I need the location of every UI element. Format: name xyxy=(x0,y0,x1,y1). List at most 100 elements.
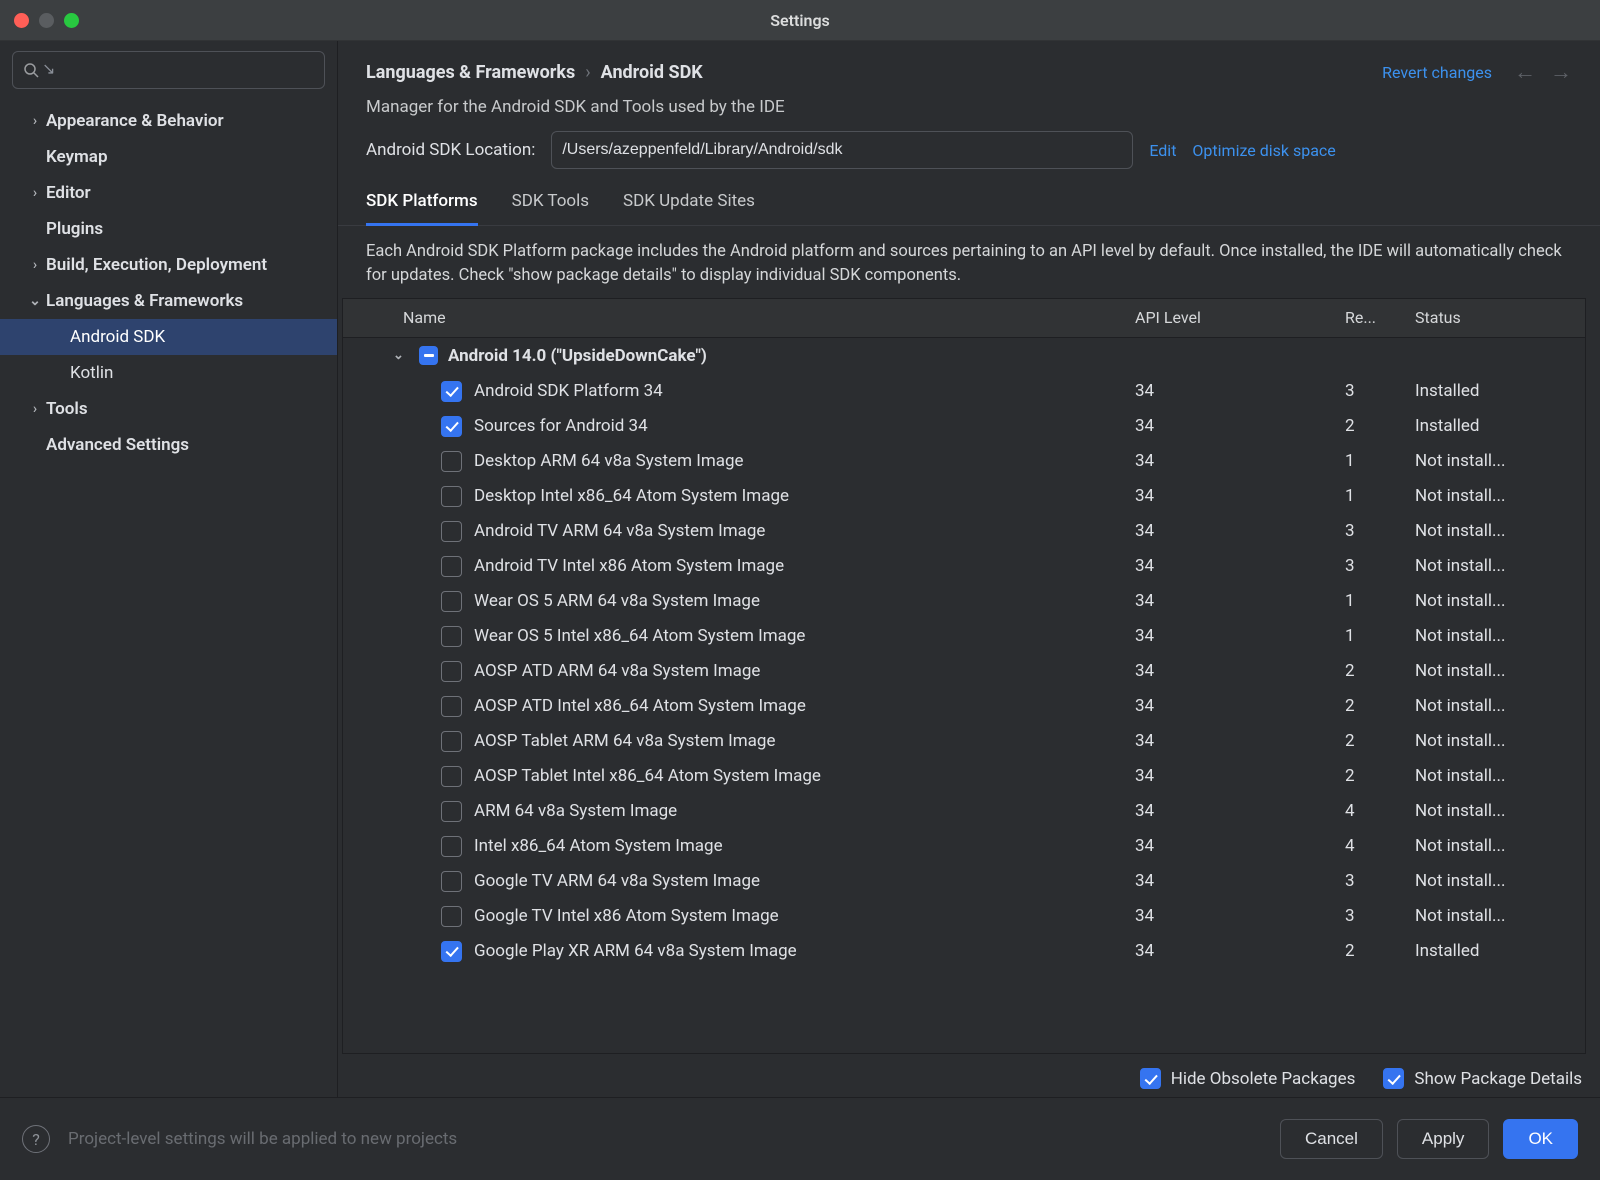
package-status: Not install... xyxy=(1415,906,1585,926)
package-checkbox[interactable] xyxy=(441,556,462,577)
package-row[interactable]: Google TV ARM 64 v8a System Image343Not … xyxy=(343,864,1585,899)
package-revision: 1 xyxy=(1345,486,1415,506)
package-row[interactable]: Google TV Intel x86 Atom System Image343… xyxy=(343,899,1585,934)
package-name: Google TV ARM 64 v8a System Image xyxy=(474,871,760,891)
package-api-level: 34 xyxy=(1135,766,1345,786)
package-row[interactable]: Android TV ARM 64 v8a System Image343Not… xyxy=(343,514,1585,549)
package-status: Not install... xyxy=(1415,871,1585,891)
sidebar-item-label: Keymap xyxy=(46,147,108,167)
package-status: Not install... xyxy=(1415,486,1585,506)
package-name: Android SDK Platform 34 xyxy=(474,381,663,401)
package-group-row[interactable]: ⌄Android 14.0 ("UpsideDownCake") xyxy=(343,338,1585,374)
sidebar-item-build-execution-deployment[interactable]: ›Build, Execution, Deployment xyxy=(0,247,337,283)
package-row[interactable]: Wear OS 5 Intel x86_64 Atom System Image… xyxy=(343,619,1585,654)
table-header: Name API Level Re... Status xyxy=(342,298,1586,337)
package-row[interactable]: AOSP ATD ARM 64 v8a System Image342Not i… xyxy=(343,654,1585,689)
sidebar-item-editor[interactable]: ›Editor xyxy=(0,175,337,211)
packages-table: Name API Level Re... Status ⌄Android 14.… xyxy=(338,298,1600,1054)
sidebar-item-advanced-settings[interactable]: ›Advanced Settings xyxy=(0,427,337,463)
package-checkbox[interactable] xyxy=(441,486,462,507)
package-checkbox[interactable] xyxy=(441,731,462,752)
package-row[interactable]: ARM 64 v8a System Image344Not install... xyxy=(343,794,1585,829)
settings-search[interactable]: ↘ xyxy=(12,51,325,89)
package-row[interactable]: Desktop Intel x86_64 Atom System Image34… xyxy=(343,479,1585,514)
sidebar-item-keymap[interactable]: ›Keymap xyxy=(0,139,337,175)
cancel-button[interactable]: Cancel xyxy=(1280,1119,1383,1159)
tab-sdk-tools[interactable]: SDK Tools xyxy=(512,191,589,226)
revert-changes-link[interactable]: Revert changes xyxy=(1382,63,1492,82)
sdk-location-label: Android SDK Location: xyxy=(366,140,535,160)
ok-button[interactable]: OK xyxy=(1503,1119,1578,1159)
package-checkbox[interactable] xyxy=(441,696,462,717)
package-checkbox[interactable] xyxy=(441,871,462,892)
window-controls xyxy=(14,13,79,28)
package-status: Installed xyxy=(1415,381,1585,401)
table-body[interactable]: ⌄Android 14.0 ("UpsideDownCake")Android … xyxy=(342,337,1586,1054)
package-row[interactable]: Android TV Intel x86 Atom System Image34… xyxy=(343,549,1585,584)
package-row[interactable]: AOSP ATD Intel x86_64 Atom System Image3… xyxy=(343,689,1585,724)
search-input[interactable] xyxy=(61,61,314,80)
show-package-details-checkbox[interactable]: Show Package Details xyxy=(1383,1068,1582,1089)
minimize-window-icon[interactable] xyxy=(39,13,54,28)
sidebar-item-languages-frameworks[interactable]: ⌄Languages & Frameworks xyxy=(0,283,337,319)
optimize-disk-link[interactable]: Optimize disk space xyxy=(1192,141,1335,160)
chevron-down-icon: ⌄ xyxy=(393,348,409,363)
package-checkbox[interactable] xyxy=(441,836,462,857)
hide-obsolete-checkbox[interactable]: Hide Obsolete Packages xyxy=(1140,1068,1356,1089)
tab-sdk-update-sites[interactable]: SDK Update Sites xyxy=(623,191,755,226)
package-checkbox[interactable] xyxy=(441,661,462,682)
sidebar-item-kotlin[interactable]: Kotlin xyxy=(0,355,337,391)
sidebar-item-plugins[interactable]: ›Plugins xyxy=(0,211,337,247)
column-revision[interactable]: Re... xyxy=(1345,308,1415,327)
package-row[interactable]: AOSP Tablet Intel x86_64 Atom System Ima… xyxy=(343,759,1585,794)
package-checkbox[interactable] xyxy=(441,451,462,472)
forward-icon[interactable]: → xyxy=(1550,59,1572,85)
column-status[interactable]: Status xyxy=(1415,308,1585,327)
package-api-level: 34 xyxy=(1135,661,1345,681)
close-window-icon[interactable] xyxy=(14,13,29,28)
package-checkbox[interactable] xyxy=(441,801,462,822)
package-row[interactable]: Desktop ARM 64 v8a System Image341Not in… xyxy=(343,444,1585,479)
package-checkbox[interactable] xyxy=(441,906,462,927)
package-checkbox[interactable] xyxy=(441,381,462,402)
package-row[interactable]: Sources for Android 34342Installed xyxy=(343,409,1585,444)
package-revision: 2 xyxy=(1345,766,1415,786)
package-checkbox[interactable] xyxy=(441,591,462,612)
footer-hint: Project-level settings will be applied t… xyxy=(68,1129,457,1149)
sdk-location-input[interactable] xyxy=(551,131,1133,169)
zoom-window-icon[interactable] xyxy=(64,13,79,28)
package-checkbox[interactable] xyxy=(441,626,462,647)
package-revision: 2 xyxy=(1345,696,1415,716)
package-status: Not install... xyxy=(1415,556,1585,576)
chevron-right-icon: › xyxy=(24,113,46,129)
edit-sdk-location-link[interactable]: Edit xyxy=(1149,141,1176,160)
package-row[interactable]: Wear OS 5 ARM 64 v8a System Image341Not … xyxy=(343,584,1585,619)
package-row[interactable]: Intel x86_64 Atom System Image344Not ins… xyxy=(343,829,1585,864)
package-api-level: 34 xyxy=(1135,696,1345,716)
package-row[interactable]: Android SDK Platform 34343Installed xyxy=(343,374,1585,409)
help-icon[interactable]: ? xyxy=(22,1125,50,1153)
sidebar-item-tools[interactable]: ›Tools xyxy=(0,391,337,427)
package-checkbox[interactable] xyxy=(441,941,462,962)
sidebar-item-appearance-behavior[interactable]: ›Appearance & Behavior xyxy=(0,103,337,139)
titlebar: Settings xyxy=(0,0,1600,41)
package-name: Sources for Android 34 xyxy=(474,416,648,436)
package-row[interactable]: Google Play XR ARM 64 v8a System Image34… xyxy=(343,934,1585,969)
package-checkbox[interactable] xyxy=(441,416,462,437)
package-checkbox[interactable] xyxy=(441,521,462,542)
package-row[interactable]: AOSP Tablet ARM 64 v8a System Image342No… xyxy=(343,724,1585,759)
show-details-label: Show Package Details xyxy=(1414,1069,1582,1089)
sidebar-item-android-sdk[interactable]: Android SDK xyxy=(0,319,337,355)
tristate-checkbox-icon[interactable] xyxy=(419,346,438,365)
package-revision: 2 xyxy=(1345,941,1415,961)
column-name[interactable]: Name xyxy=(343,308,1135,327)
apply-button[interactable]: Apply xyxy=(1397,1119,1490,1159)
column-api-level[interactable]: API Level xyxy=(1135,308,1345,327)
tab-sdk-platforms[interactable]: SDK Platforms xyxy=(366,191,478,226)
package-name: AOSP Tablet Intel x86_64 Atom System Ima… xyxy=(474,766,821,786)
breadcrumb-parent[interactable]: Languages & Frameworks xyxy=(366,62,575,83)
package-checkbox[interactable] xyxy=(441,766,462,787)
back-icon[interactable]: ← xyxy=(1514,59,1536,85)
package-revision: 3 xyxy=(1345,521,1415,541)
package-status: Not install... xyxy=(1415,591,1585,611)
